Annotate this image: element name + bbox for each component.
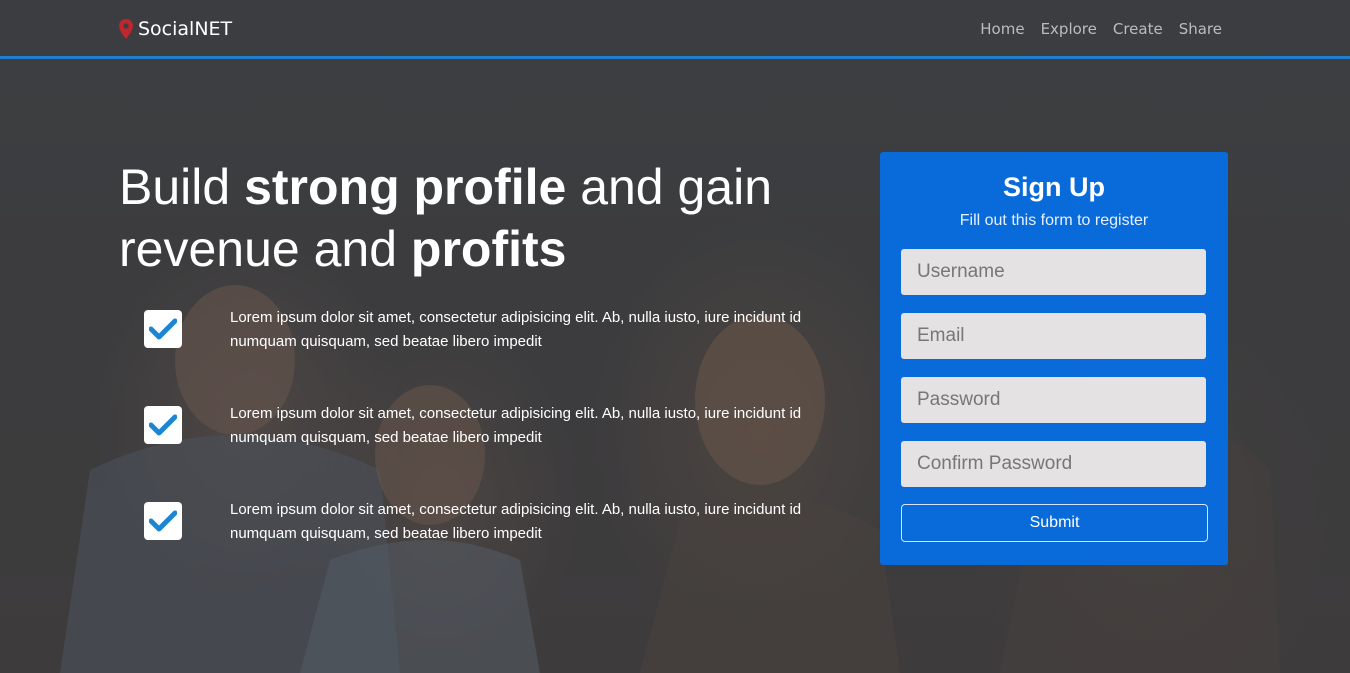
check-icon xyxy=(144,502,182,540)
nav-link-create[interactable]: Create xyxy=(1113,20,1163,38)
nav-link-share[interactable]: Share xyxy=(1179,20,1222,38)
username-input[interactable] xyxy=(901,249,1206,295)
signup-title: Sign Up xyxy=(1003,172,1105,202)
check-icon xyxy=(144,406,182,444)
hero-title: Build strong profile and gain revenue an… xyxy=(119,156,859,280)
feature-text: Lorem ipsum dolor sit amet, consectetur … xyxy=(230,405,802,446)
map-marker-icon xyxy=(119,19,133,39)
password-input[interactable] xyxy=(901,377,1206,423)
hero-title-part: Build xyxy=(119,159,245,215)
signup-card: Sign Up Fill out this form to register S… xyxy=(880,152,1228,565)
nav-link-home[interactable]: Home xyxy=(980,20,1024,38)
brand[interactable]: SocialNET xyxy=(119,18,232,40)
nav-link-explore[interactable]: Explore xyxy=(1041,20,1097,38)
hero-title-emphasis: strong profile xyxy=(244,159,567,215)
brand-name: SocialNET xyxy=(138,18,233,40)
feature-text: Lorem ipsum dolor sit amet, consectetur … xyxy=(230,309,802,350)
nav-links: Home Explore Create Share xyxy=(980,20,1222,38)
feature-text: Lorem ipsum dolor sit amet, consectetur … xyxy=(230,501,802,542)
signup-subtitle: Fill out this form to register xyxy=(959,212,1149,229)
check-icon xyxy=(144,310,182,348)
confirm-password-input[interactable] xyxy=(901,441,1206,487)
submit-button[interactable]: Submit xyxy=(901,504,1208,542)
email-input[interactable] xyxy=(901,313,1206,359)
navbar: SocialNET Home Explore Create Share xyxy=(0,0,1350,59)
landing-page: SocialNET Home Explore Create Share Buil… xyxy=(0,0,1350,673)
hero-title-emphasis: profits xyxy=(410,221,567,277)
